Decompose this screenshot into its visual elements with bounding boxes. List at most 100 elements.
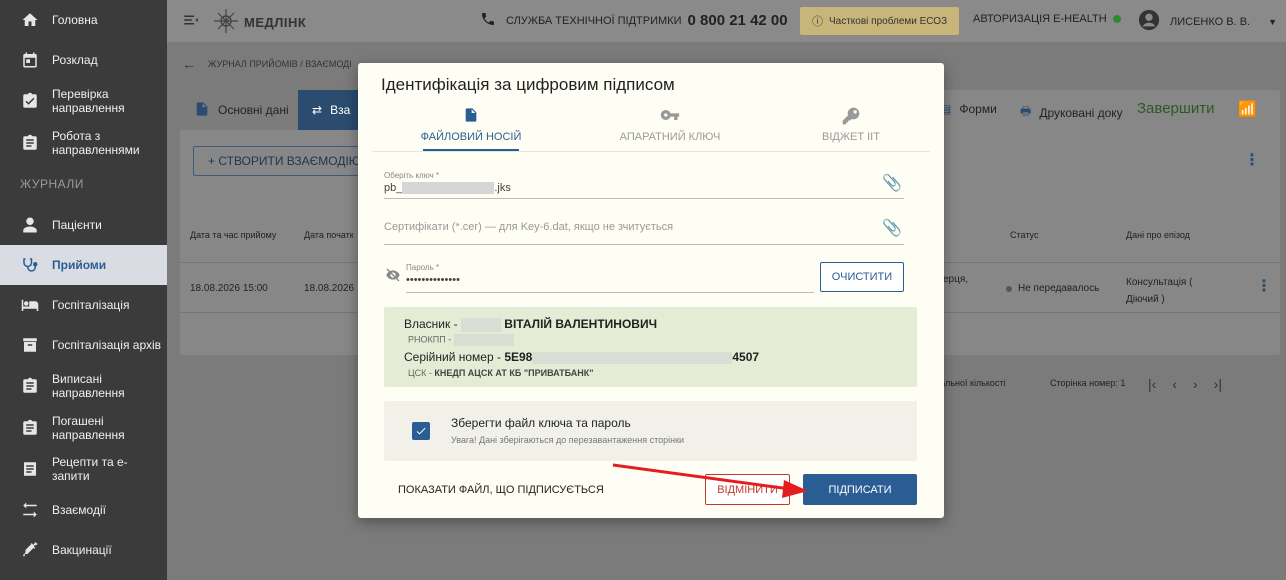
sidebar-item-label: Пацієнти	[52, 218, 102, 232]
certificates-placeholder: Сертифікати (*.cer) — для Key-6.dat, якщ…	[384, 221, 674, 233]
printer-icon: 🖶	[1020, 104, 1032, 118]
topbar: МЕДЛІНК СЛУЖБА ТЕХНІЧНОЇ ПІДТРИМКИ 0 800…	[167, 0, 1286, 42]
tab-label: Основні дані	[218, 103, 289, 117]
chevron-down-icon: ▼	[1268, 16, 1278, 27]
home-icon	[20, 10, 40, 30]
antenna-icon[interactable]: 📶	[1238, 100, 1257, 118]
serial-line: Серійний номер - 5E98 4507	[404, 350, 759, 364]
tab-iit-widget[interactable]: ВІДЖЕТ ІІТ	[761, 105, 941, 143]
redacted-block	[453, 334, 514, 346]
sidebar-item-label: Рецепти та е-запити	[52, 455, 128, 483]
sidebar-item-label: Взаємодії	[52, 503, 106, 517]
stethoscope-icon	[20, 255, 40, 275]
bed-icon	[20, 295, 40, 315]
first-page-icon[interactable]: |‹	[1148, 376, 1156, 392]
tab-label: ВІДЖЕТ ІІТ	[822, 131, 880, 143]
logo[interactable]: МЕДЛІНК	[212, 7, 306, 38]
key-file-field[interactable]: Оберіть ключ * pb_ .jks 📎	[384, 171, 904, 199]
rnokpp-label: РНОКПП -	[408, 334, 452, 345]
ehealth-label: АВТОРИЗАЦІЯ E-HEALTH	[973, 13, 1107, 25]
breadcrumb-text: ЖУРНАЛ ПРИЙОМІВ / ВЗАЄМОДІ	[208, 59, 352, 69]
user-menu[interactable]: ЛИСЕНКО В. В. ▼	[1138, 9, 1277, 34]
sidebar-item-hospitalization-archive[interactable]: Госпіталізація архів	[0, 331, 167, 359]
tab-label: Друковані доку	[1039, 105, 1123, 120]
tab-basic-data[interactable]: Основні дані	[180, 90, 298, 130]
next-page-icon[interactable]: ›	[1193, 376, 1198, 392]
sidebar-item-schedule[interactable]: Розклад	[0, 46, 167, 74]
clear-button[interactable]: ОЧИСТИТИ	[820, 262, 904, 292]
sidebar-item-hospitalization[interactable]: Госпіталізація	[0, 291, 167, 319]
show-file-link[interactable]: ПОКАЗАТИ ФАЙЛ, ЩО ПІДПИСУЄТЬСЯ	[398, 484, 604, 496]
sidebar-item-appointments[interactable]: Прийоми	[0, 245, 167, 285]
tab-forms[interactable]: ▤ Форми	[940, 102, 997, 116]
sidebar-item-home[interactable]: Головна	[0, 6, 167, 34]
sidebar-item-redeemed-referrals[interactable]: Погашені направлення	[0, 411, 167, 445]
tab-label: Форми	[959, 102, 997, 116]
sidebar: Головна Розклад Перевірка направлення Ро…	[0, 0, 167, 580]
back-arrow-icon[interactable]: ←	[182, 56, 196, 72]
finish-button[interactable]: Завершити	[1137, 100, 1215, 117]
sign-button[interactable]: ПІДПИСАТИ	[803, 474, 917, 505]
last-page-icon[interactable]: ›|	[1214, 376, 1222, 392]
tabs-divider	[372, 151, 930, 152]
sidebar-item-referrals-work[interactable]: Робота з направленнями	[0, 126, 167, 160]
menu-collapse-icon[interactable]	[182, 11, 200, 32]
support-label: СЛУЖБА ТЕХНІЧНОЇ ПІДТРИМКИ	[506, 14, 682, 27]
password-visibility-icon[interactable]	[384, 267, 402, 286]
create-interaction-button[interactable]: + СТВОРИТИ ВЗАЄМОДІЮ	[193, 146, 363, 176]
attach-icon[interactable]: 📎	[882, 218, 902, 238]
sidebar-item-label: Розклад	[52, 53, 98, 67]
signature-dialog: Ідентифікація за цифровим підписом ФАЙЛО…	[358, 63, 944, 518]
sidebar-item-label: Головна	[52, 13, 98, 27]
csk-value: КНЕДП АЦСК АТ КБ "ПРИВАТБАНК"	[434, 368, 594, 378]
tab-printed-docs[interactable]: 🖶 Друковані доку	[1020, 102, 1123, 123]
sidebar-item-label: Погашені направлення	[52, 414, 125, 442]
cell-status: Не передавалось	[1006, 283, 1099, 294]
file-icon	[381, 105, 561, 127]
tab-label: Вза	[330, 103, 351, 117]
tab-interactions[interactable]: ⇄ Вза	[298, 90, 358, 130]
certificate-info: Власник - ВІТАЛІЙ ВАЛЕНТИНОВИЧ РНОКПП - …	[384, 307, 917, 387]
sidebar-item-label: Перевірка направлення	[52, 87, 125, 115]
swap-icon: ⇄	[312, 103, 323, 117]
redacted-block	[402, 182, 495, 195]
owner-name: ВІТАЛІЙ ВАЛЕНТИНОВИЧ	[504, 317, 658, 331]
more-options-icon[interactable]: ⋮	[1244, 150, 1260, 170]
user-name: ЛИСЕНКО В. В.	[1170, 15, 1251, 28]
sidebar-item-referral-check[interactable]: Перевірка направлення	[0, 84, 167, 118]
tab-label: АПАРАТНИЙ КЛЮЧ	[619, 131, 721, 143]
password-field[interactable]: Пароль * ••••••••••••••	[406, 263, 814, 293]
prev-page-icon[interactable]: ‹	[1172, 376, 1177, 392]
csk-label: ЦСК -	[408, 368, 432, 378]
list-icon	[20, 459, 40, 479]
sidebar-item-label: Госпіталізація архів	[52, 338, 162, 352]
tab-file-carrier[interactable]: ФАЙЛОВИЙ НОСІЙ	[381, 105, 561, 143]
phone-icon	[480, 11, 496, 30]
sidebar-item-prescriptions[interactable]: Рецепти та е-запити	[0, 452, 167, 486]
key-icon	[580, 105, 760, 127]
ehealth-status-dot	[1112, 15, 1121, 23]
tab-hardware-key[interactable]: АПАРАТНИЙ КЛЮЧ	[580, 105, 760, 143]
certificates-field[interactable]: Сертифікати (*.cer) — для Key-6.dat, якщ…	[384, 218, 904, 245]
attach-icon[interactable]: 📎	[882, 173, 902, 193]
sidebar-item-vaccinations[interactable]: Вакцинації	[0, 536, 167, 564]
col-header-episode: Дані про епізод	[1126, 230, 1190, 240]
medlink-logo-icon	[212, 7, 240, 38]
sidebar-item-issued-referrals[interactable]: Виписані направлення	[0, 369, 167, 403]
ehealth-auth[interactable]: АВТОРИЗАЦІЯ E-HEALTH	[973, 13, 1121, 25]
sidebar-item-interactions[interactable]: Взаємодії	[0, 496, 167, 524]
save-key-label: Зберегти файл ключа та пароль	[451, 416, 631, 430]
save-key-checkbox[interactable]	[412, 422, 430, 440]
key-file-prefix: pb_	[384, 182, 403, 194]
key-file-label: Оберіть ключ *	[384, 171, 440, 180]
cancel-button[interactable]: ВІДМІНИТИ	[705, 474, 790, 505]
status-dot	[1006, 285, 1012, 292]
breadcrumb: ← ЖУРНАЛ ПРИЙОМІВ / ВЗАЄМОДІ	[182, 56, 352, 72]
row-more-icon[interactable]: ⋮	[1256, 276, 1272, 296]
support-phone: 0 800 21 42 00	[687, 12, 788, 29]
calendar-icon	[20, 50, 40, 70]
archive-icon	[20, 335, 40, 355]
ecoz-status-badge[interactable]: ⓘ Часткові проблеми ЕСОЗ	[800, 7, 960, 35]
sidebar-item-label: Вакцинації	[52, 543, 112, 557]
sidebar-item-patients[interactable]: Пацієнти	[0, 211, 167, 239]
